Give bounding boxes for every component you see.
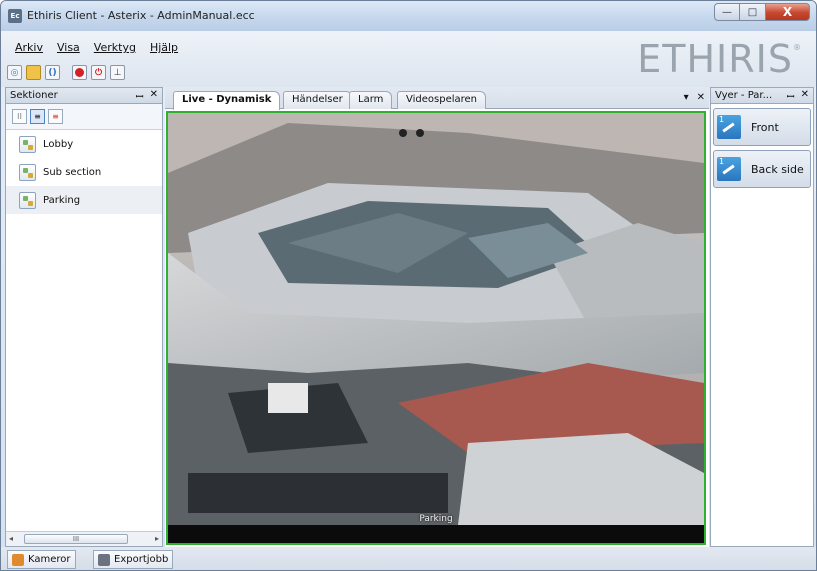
logo-mark: ®	[793, 43, 802, 52]
tab-live-dynamisk[interactable]: Live - Dynamisk	[173, 91, 281, 110]
main-view-area: Live - Dynamisk Händelser Larm Videospel…	[165, 87, 709, 547]
window-controls: — □ X	[714, 3, 810, 21]
section-item-lobby[interactable]: Lobby	[6, 130, 162, 158]
close-icon[interactable]: ✕	[150, 89, 158, 103]
menu-visa[interactable]: Visa	[57, 41, 80, 54]
sections-list: Lobby Sub section Parking	[6, 130, 162, 214]
window-title: Ethiris Client - Asterix - AdminManual.e…	[27, 9, 255, 22]
maximize-button[interactable]: □	[740, 3, 766, 21]
sections-panel: Sektioner ꟷ ✕ ⁝⁝ ≡ ≡ Lobby Sub section P…	[5, 87, 163, 547]
sections-panel-title: Sektioner	[10, 90, 58, 101]
view-button-front[interactable]: Front	[713, 108, 811, 146]
logo-text: ETHIRIS	[637, 37, 793, 81]
section-icon	[19, 135, 36, 153]
list-view-icon[interactable]: ≡	[30, 109, 45, 124]
pin-icon[interactable]: ꟷ	[786, 89, 794, 103]
tree-view-icon[interactable]: ⁝⁝	[12, 109, 27, 124]
video-status-bar	[168, 525, 704, 543]
camera-icon	[12, 553, 24, 566]
power-icon[interactable]: ⏻	[91, 65, 106, 80]
menu-verktyg[interactable]: Verktyg	[94, 41, 136, 54]
bottom-tab-bar: Kameror Exportjobb	[1, 547, 816, 570]
section-icon	[19, 191, 36, 209]
bracket-icon[interactable]: ()	[45, 65, 60, 80]
close-tab-icon[interactable]: ✕	[697, 92, 705, 103]
horizontal-scrollbar[interactable]: ◂ III ▸	[6, 531, 162, 546]
tab-handelser[interactable]: Händelser	[283, 91, 352, 109]
sections-panel-header: Sektioner ꟷ ✕	[6, 88, 162, 104]
menu-hjalp[interactable]: Hjälp	[150, 41, 178, 54]
application-window: Ec Ethiris Client - Asterix - AdminManua…	[0, 0, 817, 571]
close-icon[interactable]: ✕	[801, 89, 809, 103]
section-label: Sub section	[43, 166, 102, 178]
view-label: Front	[751, 120, 779, 134]
ethiris-logo: ETHIRIS®	[637, 37, 802, 81]
scroll-right-icon[interactable]: ▸	[155, 534, 159, 543]
pin-icon[interactable]: ꟷ	[135, 89, 143, 103]
title-bar: Ec Ethiris Client - Asterix - AdminManua…	[1, 1, 816, 31]
tab-kameror[interactable]: Kameror	[7, 550, 76, 569]
app-icon: Ec	[8, 9, 22, 23]
camera-view-icon	[717, 157, 741, 181]
toolbar: ◎ () ⏻ ⊥	[7, 65, 125, 80]
settings-icon[interactable]: ◎	[7, 65, 22, 80]
export-icon	[98, 553, 110, 566]
tab-controls: ▾ ✕	[684, 92, 705, 103]
menu-arkiv[interactable]: Arkiv	[15, 41, 43, 54]
tab-exportjobb[interactable]: Exportjobb	[93, 550, 174, 569]
minimize-button[interactable]: —	[714, 3, 740, 21]
section-item-parking[interactable]: Parking	[6, 186, 162, 214]
menu-toolbar-area: Arkiv Visa Verktyg Hjälp ◎ () ⏻ ⊥ ETHIRI…	[1, 31, 816, 87]
folder-icon[interactable]	[26, 65, 41, 80]
views-panel-header: Vyer - Par... ꟷ ✕	[711, 88, 813, 104]
menu-bar: Arkiv Visa Verktyg Hjälp	[15, 41, 178, 54]
tab-strip: Live - Dynamisk Händelser Larm Videospel…	[165, 87, 709, 110]
camera-view-icon	[717, 115, 741, 139]
section-icon	[19, 163, 36, 181]
download-icon[interactable]: ⊥	[110, 65, 125, 80]
view-label: Back side	[751, 162, 804, 176]
scroll-thumb[interactable]: III	[24, 534, 128, 544]
tab-label: Exportjobb	[114, 554, 169, 565]
section-label: Parking	[43, 194, 81, 206]
sections-view-buttons: ⁝⁝ ≡ ≡	[6, 104, 162, 130]
tab-videospelaren[interactable]: Videospelaren	[397, 91, 487, 109]
section-label: Lobby	[43, 138, 74, 150]
views-panel: Vyer - Par... ꟷ ✕ Front Back side	[710, 87, 814, 547]
camera-feed-image	[168, 113, 704, 525]
record-icon[interactable]	[72, 65, 87, 80]
views-panel-title: Vyer - Par...	[715, 90, 773, 101]
camera-label: Parking	[419, 514, 453, 524]
chevron-down-icon[interactable]: ▾	[684, 92, 689, 103]
section-item-sub-section[interactable]: Sub section	[6, 158, 162, 186]
view-button-back-side[interactable]: Back side	[713, 150, 811, 188]
tab-larm[interactable]: Larm	[349, 91, 393, 109]
camera-video-frame[interactable]: Parking	[166, 111, 706, 545]
tab-label: Kameror	[28, 554, 71, 565]
detail-view-icon[interactable]: ≡	[48, 109, 63, 124]
scroll-left-icon[interactable]: ◂	[9, 534, 13, 543]
close-button[interactable]: X	[766, 3, 810, 21]
